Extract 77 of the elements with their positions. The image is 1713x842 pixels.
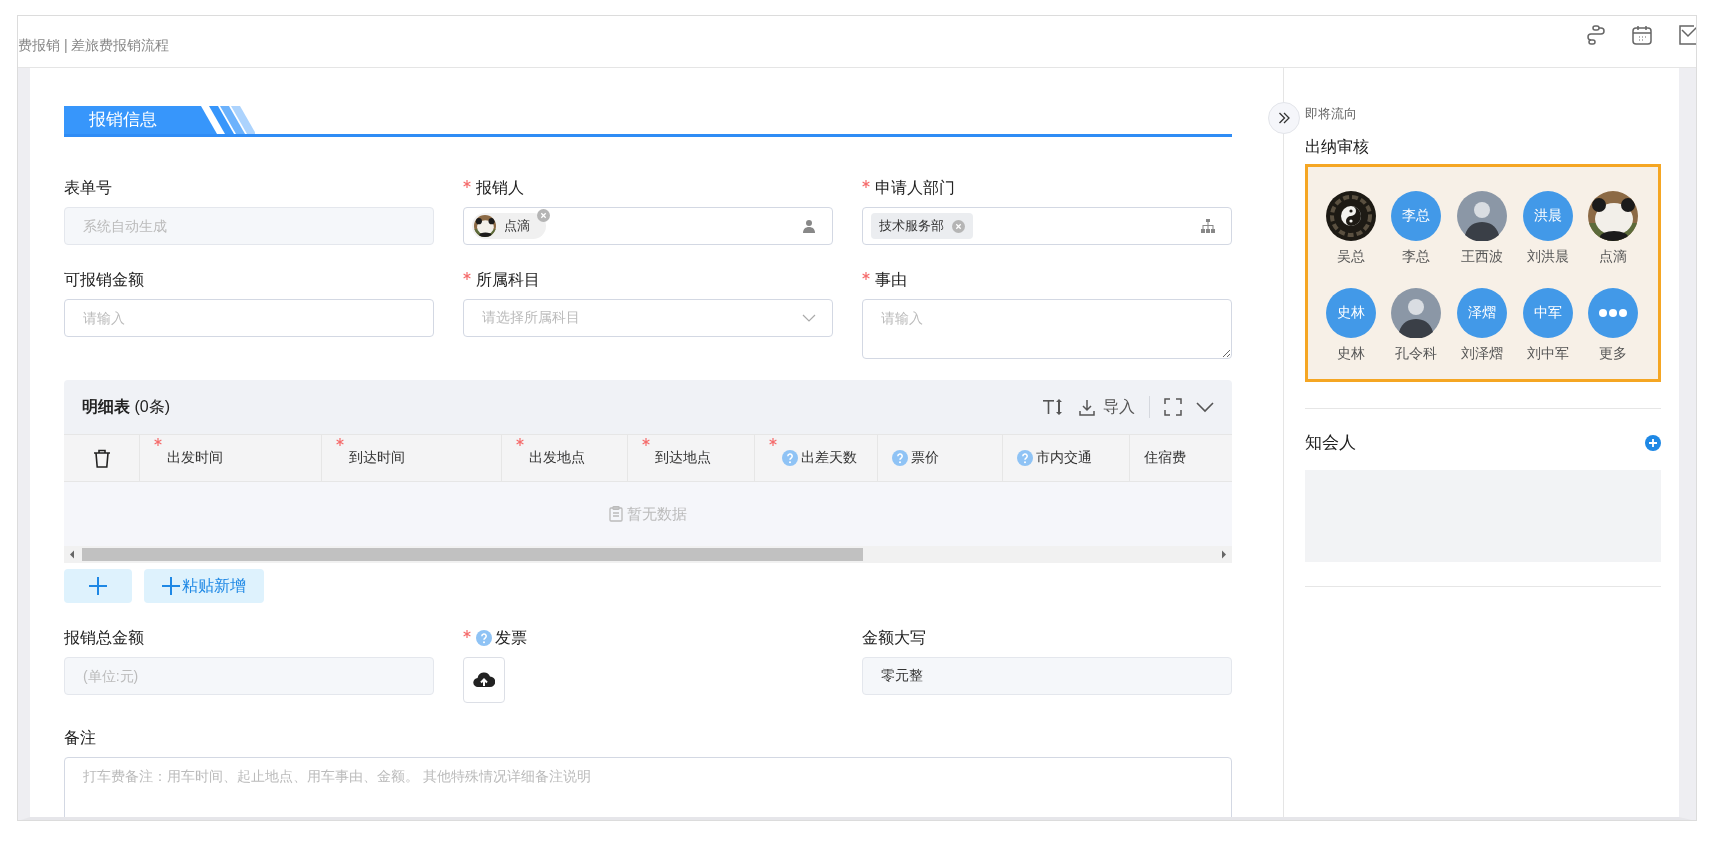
field-label: 事由	[875, 269, 907, 290]
department-tag[interactable]: 技术服务部	[871, 213, 973, 239]
field-label: 可报销金额	[64, 269, 144, 290]
field-label: 申请人部门	[875, 177, 955, 198]
approver-name: 刘泽熠	[1461, 345, 1503, 363]
column-header: 到达时间	[349, 449, 405, 467]
avatar[interactable]: 史林	[1325, 288, 1376, 338]
more-icon[interactable]	[1588, 288, 1639, 338]
select-field[interactable]: 请选择所属科目	[463, 299, 833, 337]
field-label: 表单号	[64, 177, 112, 198]
upload-button[interactable]	[463, 657, 505, 703]
close-icon[interactable]	[952, 219, 965, 233]
chevron-down-icon	[802, 314, 816, 322]
approver-name: 史林	[1336, 345, 1365, 363]
field-label: 备注	[64, 727, 96, 748]
avatar[interactable]: 泽熠	[1457, 288, 1507, 338]
step-title: 出纳审核	[1305, 137, 1370, 157]
check-square-icon[interactable]	[1678, 24, 1696, 46]
plus-icon	[89, 577, 107, 595]
approver-name: 王西波	[1461, 248, 1503, 266]
field-label: 发票	[495, 627, 527, 648]
text-area[interactable]: 请输入	[862, 299, 1232, 359]
add-icon[interactable]	[1645, 434, 1661, 451]
breadcrumb: 费报销 | 差旅费报销流程	[18, 37, 170, 55]
user-icon[interactable]	[802, 219, 816, 233]
section-caption: 即将流向	[1305, 105, 1358, 123]
cc-label: 知会人	[1305, 432, 1356, 454]
org-chart-icon[interactable]	[1201, 219, 1215, 233]
tag-label: 点滴	[504, 217, 530, 235]
approver-name: 点滴	[1599, 248, 1628, 266]
user-picker-field[interactable]: 点滴	[463, 207, 833, 245]
column-header: 票价	[911, 449, 939, 467]
fullscreen-icon[interactable]	[1164, 398, 1182, 416]
help-icon[interactable]	[476, 630, 492, 646]
department-picker-field[interactable]: 技术服务部	[862, 207, 1232, 245]
approver-name: 刘中军	[1526, 345, 1569, 363]
column-header: 出发时间	[167, 449, 223, 467]
plus-icon	[162, 577, 180, 595]
avatar[interactable]: 洪晨	[1522, 191, 1573, 241]
yin-yang-icon	[1325, 191, 1376, 241]
field-label: 金额大写	[862, 627, 926, 648]
field-label: 报销总金额	[64, 627, 144, 648]
download-icon	[1079, 398, 1095, 416]
avatar[interactable]	[1391, 288, 1442, 338]
approver-name: 吴总	[1336, 248, 1365, 266]
column-header: 市内交通	[1036, 449, 1092, 467]
tag-label: 技术服务部	[879, 217, 944, 235]
empty-state: 暂无数据	[609, 504, 687, 524]
collapse-button[interactable]	[1268, 102, 1300, 134]
clipboard-icon	[609, 506, 623, 522]
field-label: 所属科目	[476, 269, 540, 290]
text-size-icon[interactable]	[1043, 398, 1065, 416]
table-title: 明细表 (0条)	[82, 396, 170, 417]
calendar-icon[interactable]	[1631, 24, 1653, 46]
column-header: 出发地点	[529, 449, 585, 467]
chevron-down-icon[interactable]	[1196, 401, 1214, 413]
flow-icon[interactable]	[1584, 24, 1606, 46]
close-icon[interactable]	[537, 209, 550, 222]
approver-name: 更多	[1599, 345, 1628, 363]
column-header: 到达地点	[655, 449, 711, 467]
field-label: 报销人	[476, 177, 524, 198]
paste-add-button[interactable]: 粘贴新增	[144, 569, 264, 603]
approver-name: 李总	[1402, 248, 1431, 266]
input-field[interactable]: 请输入	[64, 299, 434, 337]
cloud-upload-icon	[473, 671, 495, 689]
avatar[interactable]	[1457, 191, 1507, 241]
double-chevron-icon	[1278, 112, 1290, 124]
add-row-button[interactable]	[64, 569, 132, 603]
approver-name: 孔令科	[1395, 345, 1438, 363]
column-header: 出差天数	[801, 449, 857, 467]
delete-icon[interactable]	[92, 448, 111, 468]
avatar[interactable]: 李总	[1391, 191, 1442, 241]
text-area[interactable]: 打车费备注：用车时间、起止地点、用车事由、金额。 其他特殊情况详细备注说明	[64, 757, 1232, 817]
import-button[interactable]: 导入	[1079, 396, 1135, 418]
avatar[interactable]: 中军	[1522, 288, 1573, 338]
approver-name: 刘洪晨	[1526, 248, 1569, 266]
column-header: 住宿费	[1144, 449, 1186, 467]
